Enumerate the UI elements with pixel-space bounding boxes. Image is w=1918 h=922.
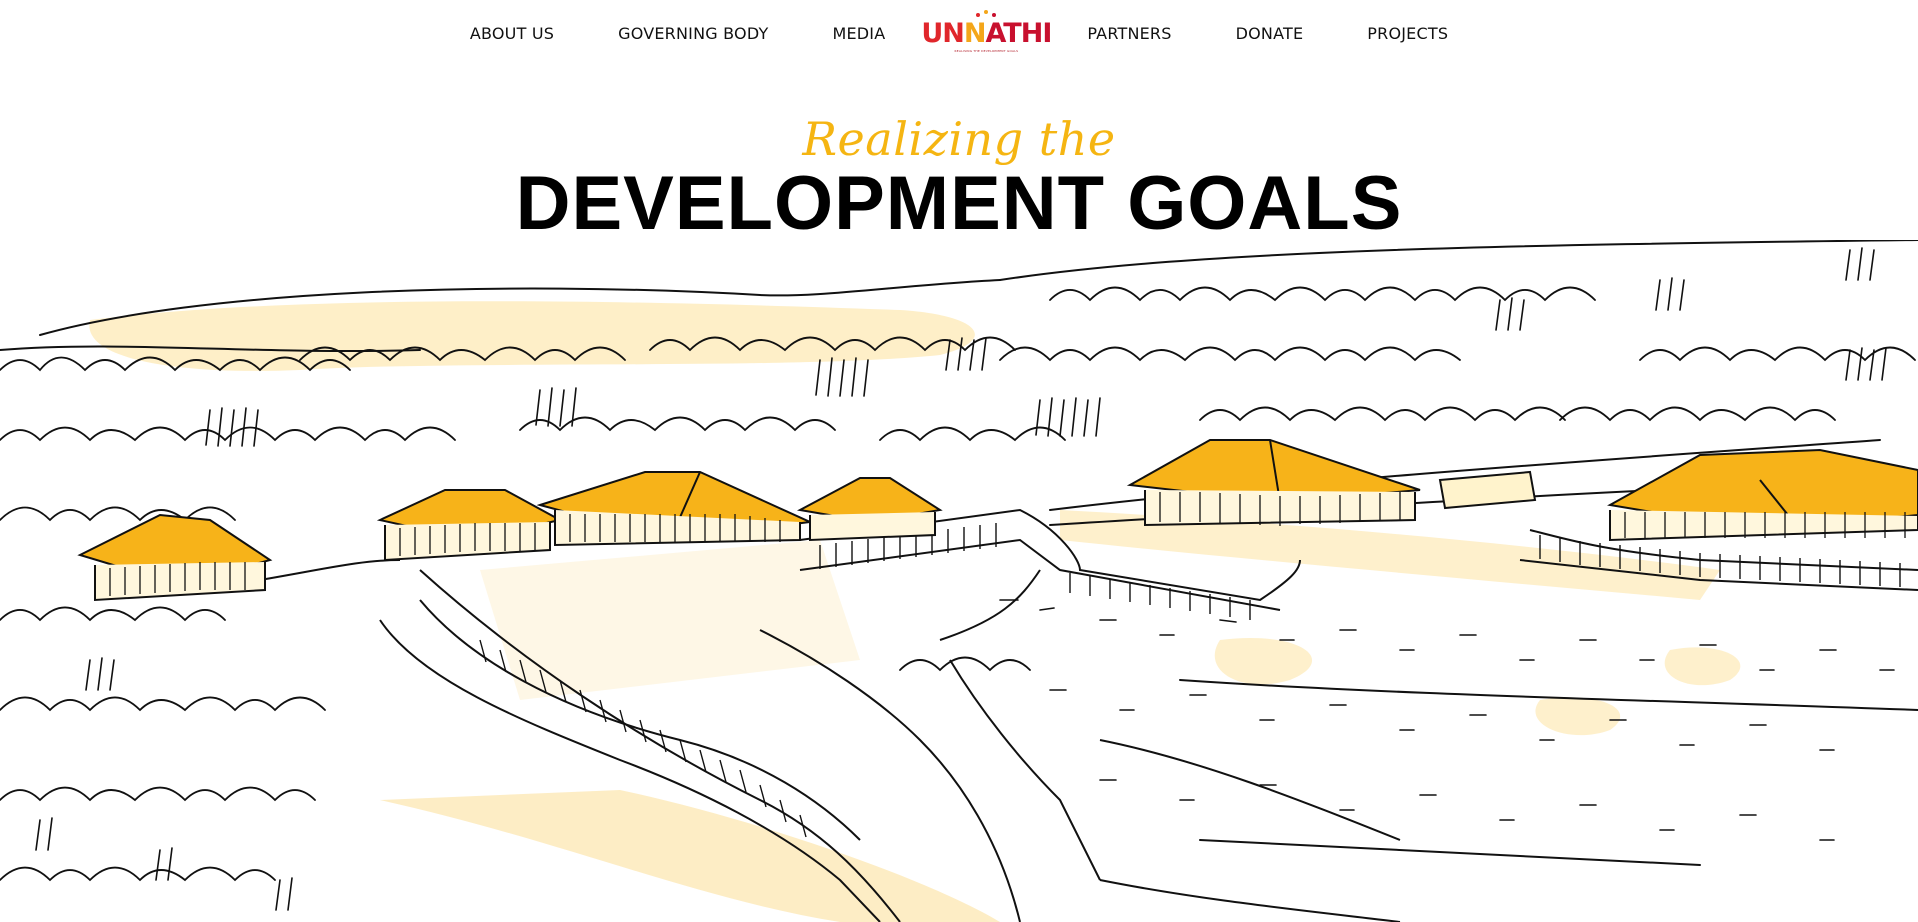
site-logo[interactable]: UNNATHI REALISING THE DEVELOPMENT GOALS: [921, 7, 1052, 59]
village-landscape-illustration: [0, 240, 1918, 922]
logo-tagline: REALISING THE DEVELOPMENT GOALS: [954, 48, 1019, 53]
nav-item-partners[interactable]: PARTNERS: [1087, 24, 1171, 43]
nav-right-group: PARTNERS DONATE PROJECTS: [1087, 24, 1448, 43]
logo-part-1: UN: [921, 17, 965, 49]
nav-item-governing-body[interactable]: GOVERNING BODY: [618, 24, 768, 43]
main-nav: ABOUT US GOVERNING BODY MEDIA UNNATHI RE…: [0, 0, 1918, 66]
nav-item-donate[interactable]: DONATE: [1236, 24, 1304, 43]
hero-title: DEVELOPMENT GOALS: [515, 161, 1403, 246]
nav-item-projects[interactable]: PROJECTS: [1367, 24, 1448, 43]
nav-item-about-us[interactable]: ABOUT US: [470, 24, 554, 43]
field-marks: [999, 599, 1895, 841]
logo-figures-icon: [976, 10, 997, 17]
page: ABOUT US GOVERNING BODY MEDIA UNNATHI RE…: [0, 0, 1918, 922]
logo-part-2: N: [963, 17, 987, 49]
logo-part-3: ATHI: [985, 17, 1053, 49]
hero-subtitle: Realizing the: [802, 112, 1116, 166]
nav-left-group: ABOUT US GOVERNING BODY MEDIA: [470, 24, 886, 43]
logo-wordmark: UNNATHI: [921, 17, 1053, 49]
wash-areas: [89, 301, 1741, 922]
nav-item-media[interactable]: MEDIA: [832, 24, 885, 43]
